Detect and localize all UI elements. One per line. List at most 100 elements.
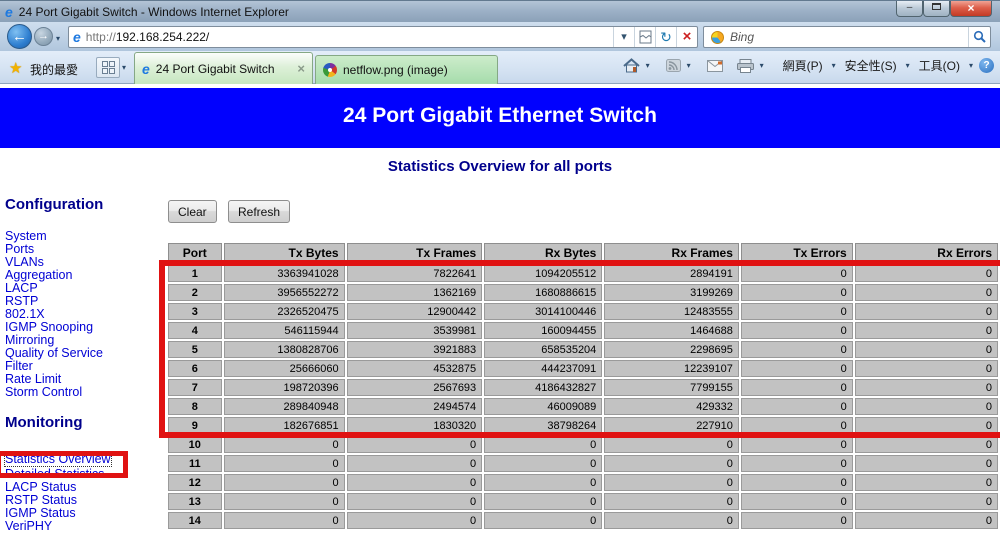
url-host: 192.168.254.222/ bbox=[116, 30, 209, 44]
stat-value-cell: 2298695 bbox=[604, 341, 739, 358]
stat-value-cell: 0 bbox=[855, 398, 998, 415]
stat-value-cell: 0 bbox=[604, 455, 739, 472]
stat-value-cell: 0 bbox=[741, 265, 853, 282]
stat-value-cell: 0 bbox=[855, 493, 998, 510]
minimize-button[interactable]: – bbox=[896, 1, 923, 17]
stat-value-cell: 0 bbox=[741, 303, 853, 320]
stat-value-cell: 3363941028 bbox=[224, 265, 345, 282]
stat-value-cell: 3956552272 bbox=[224, 284, 345, 301]
menu-safety[interactable]: 安全性(S) bbox=[845, 57, 897, 74]
stat-value-cell: 0 bbox=[604, 512, 739, 529]
table-row-port-12: 12000000 bbox=[168, 474, 998, 491]
stat-value-cell: 289840948 bbox=[224, 398, 345, 415]
stat-value-cell: 1094205512 bbox=[484, 265, 602, 282]
feeds-icon[interactable] bbox=[666, 59, 681, 72]
page-favicon-icon: e bbox=[73, 30, 81, 44]
sidebar-section-monitoring: Monitoring bbox=[5, 414, 163, 431]
port-number-cell: 9 bbox=[168, 417, 222, 434]
stat-value-cell: 46009089 bbox=[484, 398, 602, 415]
table-row-port-8: 828984094824945744600908942933200 bbox=[168, 398, 998, 415]
stat-value-cell: 0 bbox=[347, 436, 483, 453]
forward-button[interactable]: → bbox=[34, 27, 53, 46]
quick-tabs-button[interactable] bbox=[96, 57, 120, 78]
stat-value-cell: 0 bbox=[224, 455, 345, 472]
stat-value-cell: 3539981 bbox=[347, 322, 483, 339]
refresh-icon[interactable]: ↻ bbox=[655, 27, 676, 47]
stat-value-cell: 546115944 bbox=[224, 322, 345, 339]
picasa-pinwheel-icon bbox=[323, 63, 337, 77]
stat-value-cell: 658535204 bbox=[484, 341, 602, 358]
favorites-label[interactable]: 我的最愛 bbox=[30, 61, 78, 78]
home-dropdown-icon[interactable]: ▾ bbox=[646, 61, 650, 70]
stat-value-cell: 1362169 bbox=[347, 284, 483, 301]
stat-value-cell: 0 bbox=[484, 436, 602, 453]
print-dropdown-icon[interactable]: ▾ bbox=[760, 61, 764, 70]
stat-value-cell: 0 bbox=[604, 474, 739, 491]
page-title: Statistics Overview for all ports bbox=[0, 158, 1000, 175]
stat-value-cell: 0 bbox=[347, 493, 483, 510]
title-bar: e 24 Port Gigabit Switch - Windows Inter… bbox=[0, 0, 1000, 22]
port-number-cell: 2 bbox=[168, 284, 222, 301]
stat-value-cell: 0 bbox=[224, 436, 345, 453]
stat-value-cell: 0 bbox=[741, 474, 853, 491]
tab-close-icon[interactable]: × bbox=[297, 61, 305, 76]
tools-dropdown-icon[interactable]: ▾ bbox=[969, 61, 973, 70]
help-icon[interactable]: ? bbox=[979, 58, 994, 73]
stat-value-cell: 0 bbox=[741, 379, 853, 396]
stat-value-cell: 0 bbox=[741, 341, 853, 358]
stat-value-cell: 0 bbox=[741, 455, 853, 472]
stat-value-cell: 1464688 bbox=[604, 322, 739, 339]
table-row-port-9: 918267685118303203879826422791000 bbox=[168, 417, 998, 434]
menu-tools[interactable]: 工具(O) bbox=[919, 57, 960, 74]
mail-icon[interactable] bbox=[707, 60, 723, 72]
stats-table: PortTx BytesTx FramesRx BytesRx FramesTx… bbox=[166, 241, 1000, 531]
compatibility-view-icon[interactable] bbox=[634, 27, 655, 47]
safety-dropdown-icon[interactable]: ▾ bbox=[906, 61, 910, 70]
sidebar-link-storm-control[interactable]: Storm Control bbox=[5, 386, 163, 399]
stat-value-cell: 1380828706 bbox=[224, 341, 345, 358]
stat-value-cell: 4532875 bbox=[347, 360, 483, 377]
print-icon[interactable] bbox=[737, 59, 754, 73]
stat-value-cell: 227910 bbox=[604, 417, 739, 434]
stat-value-cell: 0 bbox=[741, 284, 853, 301]
port-number-cell: 11 bbox=[168, 455, 222, 472]
stat-value-cell: 0 bbox=[484, 493, 602, 510]
sidebar-link-veriphy[interactable]: VeriPHY bbox=[5, 520, 163, 533]
feeds-dropdown-icon[interactable]: ▾ bbox=[687, 61, 691, 70]
page-dropdown-icon[interactable]: ▾ bbox=[832, 61, 836, 70]
search-placeholder: Bing bbox=[730, 30, 968, 44]
tab-netflow-image[interactable]: netflow.png (image) bbox=[315, 55, 498, 84]
sidebar-link-statistics-overview[interactable]: Statistics Overview bbox=[5, 453, 111, 466]
stat-value-cell: 12239107 bbox=[604, 360, 739, 377]
stat-value-cell: 0 bbox=[604, 493, 739, 510]
configuration-links: SystemPortsVLANsAggregationLACPRSTP802.1… bbox=[5, 230, 163, 399]
stat-value-cell: 182676851 bbox=[224, 417, 345, 434]
address-bar[interactable]: e http:// 192.168.254.222/ ▾ ↻ × bbox=[68, 26, 698, 48]
stat-value-cell: 0 bbox=[604, 436, 739, 453]
table-row-port-14: 14000000 bbox=[168, 512, 998, 529]
favorites-star-icon[interactable]: ★ bbox=[9, 59, 22, 77]
monitoring-links: Statistics OverviewDetailed StatisticsLA… bbox=[5, 450, 163, 533]
back-button[interactable]: ← bbox=[7, 24, 32, 49]
search-box[interactable]: Bing bbox=[703, 26, 991, 48]
stat-value-cell: 0 bbox=[741, 322, 853, 339]
stop-icon[interactable]: × bbox=[676, 27, 697, 47]
home-icon[interactable] bbox=[623, 58, 640, 73]
menu-page[interactable]: 網頁(P) bbox=[783, 57, 823, 74]
tab-label: netflow.png (image) bbox=[343, 63, 448, 77]
stat-value-cell: 38798264 bbox=[484, 417, 602, 434]
close-button[interactable]: × bbox=[950, 1, 992, 17]
tab-favicon-icon: e bbox=[142, 62, 150, 76]
refresh-button[interactable]: Refresh bbox=[228, 200, 290, 223]
address-dropdown-icon[interactable]: ▾ bbox=[613, 27, 634, 47]
url-scheme: http:// bbox=[86, 30, 116, 44]
search-magnifier-icon[interactable] bbox=[968, 27, 990, 47]
tab-switch-page[interactable]: e 24 Port Gigabit Switch × bbox=[134, 52, 313, 84]
clear-button[interactable]: Clear bbox=[168, 200, 217, 223]
column-header-tx-errors: Tx Errors bbox=[741, 243, 853, 263]
history-dropdown-icon[interactable]: ▾ bbox=[56, 34, 60, 43]
port-number-cell: 5 bbox=[168, 341, 222, 358]
quick-tabs-dropdown-icon[interactable]: ▾ bbox=[122, 63, 126, 72]
stat-value-cell: 25666060 bbox=[224, 360, 345, 377]
maximize-button[interactable] bbox=[923, 1, 950, 17]
